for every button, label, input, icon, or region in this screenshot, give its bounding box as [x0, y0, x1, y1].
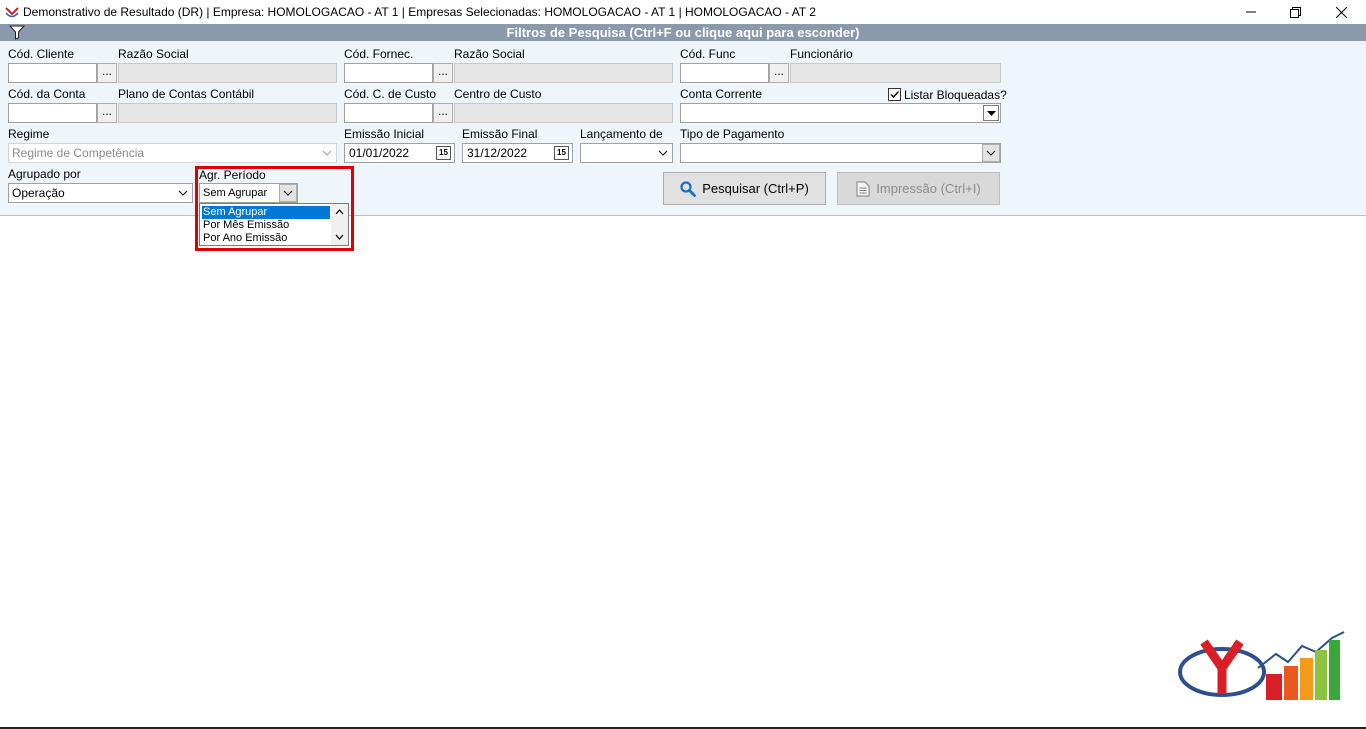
- conta-corrente-select[interactable]: [680, 103, 1001, 123]
- pesquisar-label: Pesquisar (Ctrl+P): [702, 181, 809, 196]
- chevron-down-icon: [174, 184, 192, 202]
- pesquisar-button[interactable]: Pesquisar (Ctrl+P): [663, 172, 826, 205]
- regime-value: Regime de Competência: [12, 146, 145, 160]
- emissao-inicial-value: 01/01/2022: [349, 146, 410, 160]
- cod-func-lookup-button[interactable]: ...: [769, 63, 789, 83]
- cod-conta-lookup-button[interactable]: ...: [97, 103, 117, 123]
- minimize-icon: [1246, 11, 1256, 13]
- cod-conta-label: Cód. da Conta: [8, 87, 86, 101]
- cod-conta-input[interactable]: [8, 103, 97, 123]
- impressao-label: Impressão (Ctrl+I): [876, 181, 981, 196]
- funcionario-field: [790, 63, 1001, 83]
- emissao-final-value: 31/12/2022: [467, 146, 528, 160]
- lancamento-label: Lançamento de: [580, 127, 663, 141]
- chevron-down-icon: [983, 105, 999, 121]
- impressao-button: Impressão (Ctrl+I): [837, 172, 1000, 205]
- restore-button[interactable]: [1272, 0, 1318, 24]
- agrupado-por-select[interactable]: Operação: [8, 183, 193, 203]
- calendar-icon[interactable]: 15: [436, 146, 451, 160]
- company-logo: [1178, 631, 1345, 700]
- cod-fornec-lookup-button[interactable]: ...: [433, 63, 453, 83]
- window-title: Demonstrativo de Resultado (DR) | Empres…: [23, 5, 816, 19]
- app-logo-icon: [5, 7, 19, 18]
- filter-icon: [9, 25, 25, 40]
- chevron-down-icon: [982, 144, 1000, 162]
- cod-c-custo-label: Cód. C. de Custo: [344, 87, 437, 101]
- checkmark-icon: [890, 91, 900, 99]
- close-icon: [1335, 6, 1347, 18]
- chevron-down-icon: [318, 144, 336, 162]
- emissao-final-input[interactable]: 31/12/2022 15: [462, 143, 573, 163]
- listar-bloqueadas-label: Listar Bloqueadas?: [904, 88, 1007, 102]
- lancamento-select[interactable]: [580, 143, 673, 163]
- search-icon: [680, 180, 697, 197]
- filter-panel-title: Filtros de Pesquisa (Ctrl+F ou clique aq…: [506, 25, 860, 40]
- cod-cliente-lookup-button[interactable]: ...: [97, 63, 117, 83]
- filter-panel-header[interactable]: Filtros de Pesquisa (Ctrl+F ou clique aq…: [0, 24, 1366, 41]
- title-bar: Demonstrativo de Resultado (DR) | Empres…: [0, 0, 1366, 24]
- cod-cliente-label: Cód. Cliente: [8, 47, 75, 61]
- plano-contas-field: [118, 103, 337, 123]
- regime-select: Regime de Competência: [8, 143, 337, 163]
- agrupado-por-label: Agrupado por: [8, 167, 81, 181]
- restore-icon: [1289, 6, 1301, 18]
- razao-social-cliente-label: Razão Social: [118, 47, 189, 61]
- conta-corrente-label: Conta Corrente: [680, 87, 763, 101]
- cod-func-label: Cód. Func: [680, 47, 736, 61]
- emissao-inicial-input[interactable]: 01/01/2022 15: [344, 143, 455, 163]
- cod-fornec-input[interactable]: [344, 63, 433, 83]
- emissao-final-label: Emissão Final: [462, 127, 538, 141]
- regime-label: Regime: [8, 127, 50, 141]
- tipo-pagamento-label: Tipo de Pagamento: [680, 127, 785, 141]
- razao-social-fornec-label: Razão Social: [454, 47, 525, 61]
- calendar-icon[interactable]: 15: [554, 146, 569, 160]
- cod-c-custo-input[interactable]: [344, 103, 433, 123]
- cod-fornec-label: Cód. Fornec.: [344, 47, 414, 61]
- cod-cliente-input[interactable]: [8, 63, 97, 83]
- emissao-inicial-label: Emissão Inicial: [344, 127, 425, 141]
- highlight-frame: [195, 166, 354, 251]
- razao-social-cliente-field: [118, 63, 337, 83]
- plano-contas-label: Plano de Contas Contábil: [118, 87, 255, 101]
- tipo-pagamento-select[interactable]: [680, 143, 1001, 163]
- document-icon: [856, 181, 870, 196]
- agrupado-por-value: Operação: [12, 186, 65, 200]
- minimize-button[interactable]: [1228, 0, 1274, 24]
- chevron-down-icon: [654, 144, 672, 162]
- close-button[interactable]: [1318, 0, 1364, 24]
- razao-social-fornec-field: [454, 63, 673, 83]
- centro-custo-label: Centro de Custo: [454, 87, 542, 101]
- centro-custo-field: [454, 103, 673, 123]
- funcionario-label: Funcionário: [790, 47, 853, 61]
- cod-c-custo-lookup-button[interactable]: ...: [433, 103, 453, 123]
- listar-bloqueadas-checkbox[interactable]: [888, 88, 901, 101]
- cod-func-input[interactable]: [680, 63, 769, 83]
